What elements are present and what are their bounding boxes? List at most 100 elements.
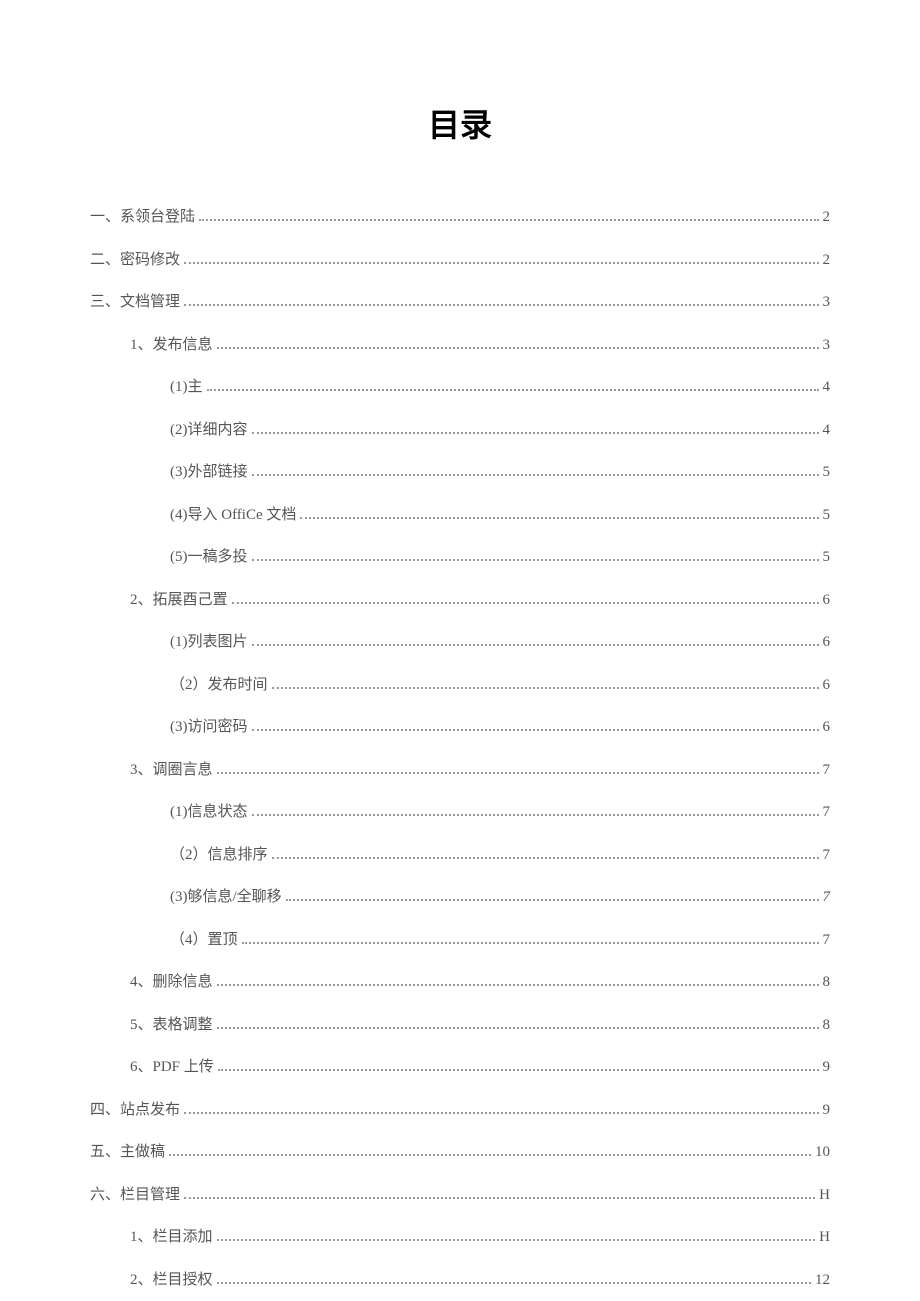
toc-entry-page: 10 bbox=[815, 1141, 830, 1164]
toc-entry-page: 2 bbox=[823, 206, 831, 229]
toc-entry-page: 6 bbox=[823, 631, 831, 654]
toc-dots bbox=[217, 763, 819, 774]
toc-dots bbox=[272, 678, 819, 689]
toc-entry-label: 三、文档管理 bbox=[90, 291, 180, 314]
toc-entry[interactable]: 5、表格调整8 bbox=[90, 1014, 830, 1037]
toc-dots bbox=[300, 508, 818, 519]
toc-entry[interactable]: 3、调圈言息 7 bbox=[90, 759, 830, 782]
toc-entry[interactable]: 2、栏目授权 12 bbox=[90, 1269, 830, 1292]
toc-entry-page: 9 bbox=[823, 1056, 831, 1079]
toc-entry-page: 6 bbox=[823, 716, 831, 739]
toc-entry[interactable]: 2、拓展酉己置 6 bbox=[90, 589, 830, 612]
toc-entry[interactable]: 六、栏目管理 H bbox=[90, 1184, 830, 1207]
toc-dots bbox=[218, 1061, 819, 1072]
toc-dots bbox=[184, 253, 818, 264]
toc-entry-page: 3 bbox=[823, 291, 831, 314]
toc-entry-page: 8 bbox=[823, 971, 831, 994]
toc-entry[interactable]: 二、密码修改 2 bbox=[90, 249, 830, 272]
toc-entry-label: (5)一稿多投 bbox=[170, 546, 248, 569]
toc-entry-label: 二、密码修改 bbox=[90, 249, 180, 272]
toc-dots bbox=[252, 423, 819, 434]
toc-entry-page: 5 bbox=[823, 546, 831, 569]
toc-entry-page: 6 bbox=[823, 674, 831, 697]
toc-entry-label: (4)导入 OffiCe 文档 bbox=[170, 504, 296, 527]
toc-entry[interactable]: 4、删除信息 8 bbox=[90, 971, 830, 994]
toc-entry-page: 7 bbox=[823, 886, 831, 909]
toc-entry-label: (1)主 bbox=[170, 376, 203, 399]
toc-entry[interactable]: 三、文档管理 3 bbox=[90, 291, 830, 314]
toc-entry[interactable]: (2)详细内容4 bbox=[90, 419, 830, 442]
toc-dots bbox=[272, 848, 819, 859]
toc-entry-label: 2、栏目授权 bbox=[130, 1269, 213, 1292]
toc-entry[interactable]: 一、系领台登陆 2 bbox=[90, 206, 830, 229]
toc-dots bbox=[252, 806, 819, 817]
toc-entry-page: 7 bbox=[823, 801, 831, 824]
toc-entry[interactable]: (4)导入 OffiCe 文档 5 bbox=[90, 504, 830, 527]
toc-entry-label: 2、拓展酉己置 bbox=[130, 589, 228, 612]
toc-dots bbox=[242, 933, 819, 944]
toc-entry-label: 四、站点发布 bbox=[90, 1099, 180, 1122]
toc-entry[interactable]: 四、站点发布 9 bbox=[90, 1099, 830, 1122]
toc-entry-label: (3)够信息/全聊移 bbox=[170, 886, 282, 909]
toc-entry-page: H bbox=[819, 1184, 830, 1207]
toc-entry[interactable]: 五、主做稿10 bbox=[90, 1141, 830, 1164]
toc-entry-page: 3 bbox=[823, 334, 831, 357]
toc-entry-label: 3、调圈言息 bbox=[130, 759, 213, 782]
toc-entry-page: 7 bbox=[823, 759, 831, 782]
toc-entry-page: 8 bbox=[823, 1014, 831, 1037]
toc-entry-label: (3)访问密码 bbox=[170, 716, 248, 739]
toc-dots bbox=[169, 1146, 811, 1157]
toc-entry-label: 1、发布信息 bbox=[130, 334, 213, 357]
toc-entry[interactable]: 1、栏目添加H bbox=[90, 1226, 830, 1249]
toc-entry-page: 2 bbox=[823, 249, 831, 272]
toc-dots bbox=[217, 1231, 816, 1242]
toc-entry-page: H bbox=[819, 1226, 830, 1249]
toc-entry-page: 5 bbox=[823, 461, 831, 484]
toc-entry[interactable]: （2）发布时间 6 bbox=[90, 674, 830, 697]
toc-entry-page: 7 bbox=[823, 844, 831, 867]
toc-entry[interactable]: （4）置顶 7 bbox=[90, 929, 830, 952]
toc-dots bbox=[286, 891, 819, 902]
toc-entry[interactable]: 1、发布信息 3 bbox=[90, 334, 830, 357]
toc-entry-label: （2）发布时间 bbox=[170, 674, 268, 697]
toc-entry-label: （2）信息排序 bbox=[170, 844, 268, 867]
toc-entry[interactable]: (5)一稿多投 5 bbox=[90, 546, 830, 569]
toc-entry-page: 5 bbox=[823, 504, 831, 527]
toc-dots bbox=[252, 551, 819, 562]
toc-entry[interactable]: (1)列表图片 6 bbox=[90, 631, 830, 654]
toc-entry-label: 6、PDF 上传 bbox=[130, 1056, 214, 1079]
toc-entry-label: 4、删除信息 bbox=[130, 971, 213, 994]
toc-entry-label: (1)列表图片 bbox=[170, 631, 248, 654]
toc-entry[interactable]: (1)主 4 bbox=[90, 376, 830, 399]
toc-entry[interactable]: (3)访问密码 6 bbox=[90, 716, 830, 739]
toc-entry[interactable]: (3)够信息/全聊移 7 bbox=[90, 886, 830, 909]
toc-list: 一、系领台登陆2二、密码修改2三、文档管理31、发布信息3(1)主4(2)详细内… bbox=[90, 206, 830, 1291]
toc-dots bbox=[232, 593, 819, 604]
toc-entry-page: 7 bbox=[823, 929, 831, 952]
toc-dots bbox=[252, 721, 819, 732]
toc-dots bbox=[217, 976, 819, 987]
toc-title: 目录 bbox=[90, 100, 830, 146]
toc-dots bbox=[217, 1018, 819, 1029]
toc-entry[interactable]: (3)外部链接 5 bbox=[90, 461, 830, 484]
toc-dots bbox=[184, 1103, 818, 1114]
toc-entry-label: (3)外部链接 bbox=[170, 461, 248, 484]
toc-entry-label: (1)信息状态 bbox=[170, 801, 248, 824]
toc-entry[interactable]: 6、PDF 上传 9 bbox=[90, 1056, 830, 1079]
toc-entry-page: 4 bbox=[823, 419, 831, 442]
toc-dots bbox=[217, 1273, 811, 1284]
toc-entry-page: 4 bbox=[823, 376, 831, 399]
toc-entry-label: 一、系领台登陆 bbox=[90, 206, 195, 229]
toc-entry[interactable]: （2）信息排序 7 bbox=[90, 844, 830, 867]
toc-entry[interactable]: (1)信息状态 7 bbox=[90, 801, 830, 824]
toc-entry-page: 9 bbox=[823, 1099, 831, 1122]
toc-entry-page: 12 bbox=[815, 1269, 830, 1292]
toc-entry-page: 6 bbox=[823, 589, 831, 612]
toc-dots bbox=[184, 1188, 815, 1199]
toc-entry-label: （4）置顶 bbox=[170, 929, 238, 952]
toc-dots bbox=[199, 211, 818, 222]
toc-dots bbox=[217, 338, 819, 349]
toc-dots bbox=[184, 296, 818, 307]
toc-dots bbox=[252, 466, 819, 477]
toc-entry-label: 六、栏目管理 bbox=[90, 1184, 180, 1207]
